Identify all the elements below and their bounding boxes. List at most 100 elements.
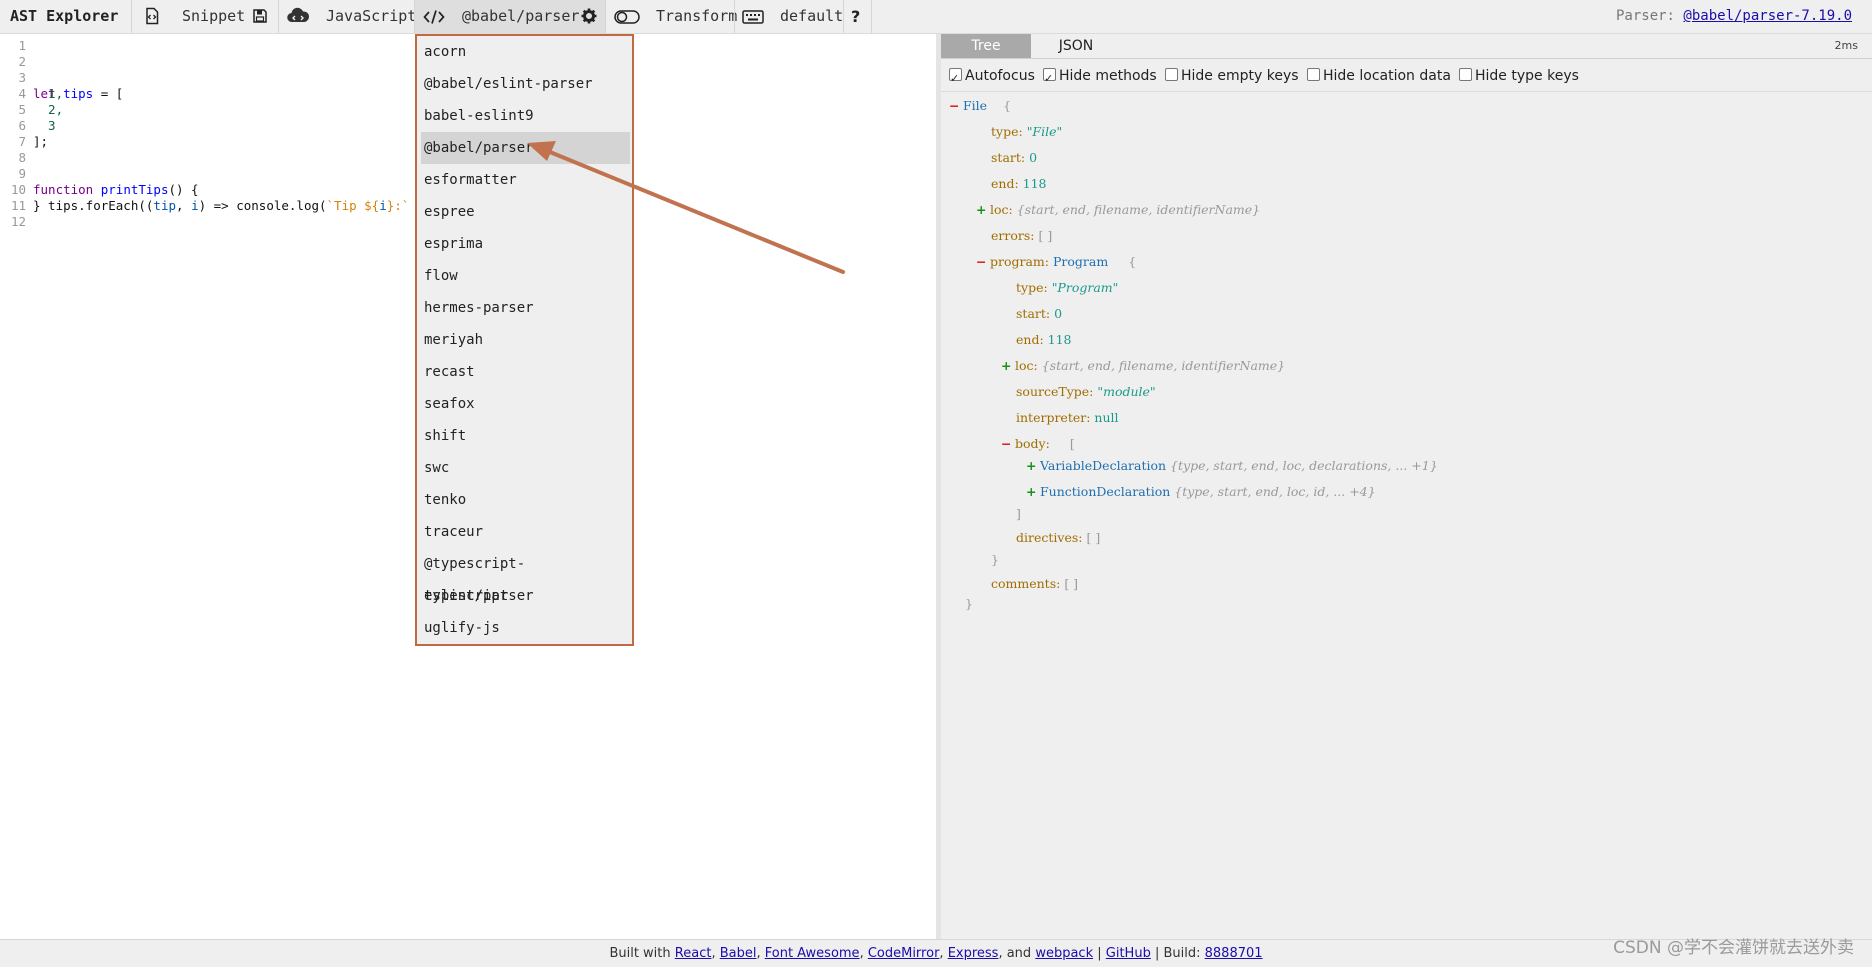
webpack-link[interactable]: webpack: [1035, 946, 1093, 961]
output-tabs: Tree JSON 2ms: [941, 34, 1872, 59]
language-select[interactable]: JavaScript: [326, 0, 416, 33]
code-line[interactable]: 1,: [33, 86, 63, 102]
parser-version-info: Parser: @babel/parser-7.19.0: [1616, 0, 1852, 33]
code-line[interactable]: }: [33, 198, 41, 214]
option-label: Hide location data: [1323, 68, 1451, 84]
parse-timing: 2ms: [1834, 39, 1858, 52]
checkbox[interactable]: [1165, 68, 1178, 81]
cloud-icon[interactable]: [286, 0, 310, 33]
open-brace: {: [1003, 98, 1012, 113]
toolbar-divider: [734, 0, 735, 33]
tree-node-function-declaration[interactable]: + FunctionDeclaration {type, start, end, …: [1026, 482, 1376, 502]
parser-option-tenko[interactable]: tenko: [421, 484, 630, 516]
parser-option-esprima[interactable]: esprima: [421, 228, 630, 260]
gear-icon[interactable]: [581, 0, 597, 33]
github-link[interactable]: GitHub: [1106, 946, 1151, 961]
parser-select[interactable]: @babel/parser: [462, 0, 579, 33]
tree-node-file[interactable]: − File{: [949, 96, 1011, 116]
tree-prop: comments: [ ]: [991, 576, 1079, 591]
font-awesome-link[interactable]: Font Awesome: [765, 946, 860, 961]
parser-info-prefix: Parser:: [1615, 8, 1684, 24]
tree-prop: errors: [ ]: [991, 228, 1053, 243]
parser-option-shift[interactable]: shift: [421, 420, 630, 452]
checkbox[interactable]: [1307, 68, 1320, 81]
toolbar-divider: [131, 0, 132, 33]
parser-option-recast[interactable]: recast: [421, 356, 630, 388]
codemirror-link[interactable]: CodeMirror: [868, 946, 940, 961]
checkbox[interactable]: [949, 64, 962, 94]
parser-option-espree[interactable]: espree: [421, 196, 630, 228]
line-number: 9: [18, 166, 26, 181]
option-hide-type-keys[interactable]: Hide type keys: [1459, 61, 1579, 91]
help-icon[interactable]: ?: [851, 0, 860, 33]
line-number: 3: [18, 70, 26, 85]
keymap-select[interactable]: default: [780, 0, 843, 33]
code-line[interactable]: function printTips() {: [33, 182, 199, 198]
parser-option-babel-parser[interactable]: @babel/parser: [421, 132, 630, 164]
babel-link[interactable]: Babel: [720, 946, 757, 961]
tree-prop: directives: [ ]: [1016, 530, 1101, 545]
parser-option-babel-eslint-parser[interactable]: @babel/eslint-parser: [421, 68, 630, 100]
parser-option-meriyah[interactable]: meriyah: [421, 324, 630, 356]
close-bracket: ]: [1016, 506, 1021, 521]
app-title[interactable]: AST Explorer: [10, 0, 118, 33]
code-line[interactable]: tips.forEach((tip, i) => console.log(`Ti…: [33, 198, 439, 214]
close-brace: }: [965, 596, 973, 611]
parser-option-hermes-parser[interactable]: hermes-parser: [421, 292, 630, 324]
code-line[interactable]: 3: [33, 118, 56, 134]
parser-option-esformatter[interactable]: esformatter: [421, 164, 630, 196]
tab-json[interactable]: JSON: [1031, 34, 1121, 58]
line-number: 8: [18, 150, 26, 165]
option-label: Hide methods: [1059, 68, 1157, 84]
checkbox[interactable]: [1459, 68, 1472, 81]
parser-version-link[interactable]: @babel/parser-7.19.0: [1683, 8, 1852, 24]
ast-output-panel: Tree JSON 2ms Autofocus Hide methods Hid…: [941, 34, 1872, 939]
tree-node-program[interactable]: − program: Program{: [976, 252, 1136, 272]
parser-option-babel-eslint9[interactable]: babel-eslint9: [421, 100, 630, 132]
parser-dropdown-menu: acorn @babel/eslint-parser babel-eslint9…: [415, 34, 634, 646]
collapse-icon[interactable]: −: [1001, 434, 1015, 454]
parser-option-seafox[interactable]: seafox: [421, 388, 630, 420]
toggle-icon[interactable]: [614, 0, 640, 33]
tree-node-body[interactable]: − body:[: [1001, 434, 1075, 454]
snippet-menu[interactable]: Snippet: [182, 0, 245, 33]
expand-icon[interactable]: +: [1026, 456, 1040, 476]
parser-option-traceur[interactable]: traceur: [421, 516, 630, 548]
parser-option-flow[interactable]: flow: [421, 260, 630, 292]
line-number: 7: [18, 134, 26, 149]
option-autofocus[interactable]: Autofocus: [949, 61, 1035, 94]
parser-option-typescript-eslint-parser[interactable]: @typescript-eslint/parser: [421, 548, 630, 604]
checkbox[interactable]: [1043, 64, 1056, 94]
code-line[interactable]: 2,: [33, 102, 63, 118]
parser-option-swc[interactable]: swc: [421, 452, 630, 484]
expand-icon[interactable]: +: [976, 200, 990, 220]
option-hide-methods[interactable]: Hide methods: [1043, 61, 1157, 94]
build-link[interactable]: 8888701: [1205, 946, 1263, 961]
option-hide-empty-keys[interactable]: Hide empty keys: [1165, 61, 1299, 91]
react-link[interactable]: React: [675, 946, 712, 961]
collapse-icon[interactable]: −: [976, 252, 990, 272]
tree-node-variable-declaration[interactable]: + VariableDeclaration {type, start, end, …: [1026, 456, 1438, 476]
open-brace: {: [1128, 254, 1137, 269]
divider: [941, 91, 1872, 92]
tree-node-loc[interactable]: + loc: {start, end, filename, identifierN…: [1001, 356, 1285, 376]
parser-option-typescript[interactable]: typescript: [421, 580, 630, 612]
save-icon[interactable]: [252, 0, 268, 33]
tree-prop: type: "File": [991, 124, 1063, 139]
tree-node-loc[interactable]: + loc: {start, end, filename, identifierN…: [976, 200, 1260, 220]
parser-option-uglify-js[interactable]: uglify-js: [421, 612, 630, 644]
tab-tree[interactable]: Tree: [941, 34, 1031, 58]
transform-menu[interactable]: Transform: [656, 0, 737, 33]
collapse-icon[interactable]: −: [949, 96, 963, 116]
expand-icon[interactable]: +: [1026, 482, 1040, 502]
expand-icon[interactable]: +: [1001, 356, 1015, 376]
parser-option-acorn[interactable]: acorn: [421, 36, 630, 68]
keyboard-icon[interactable]: [742, 0, 764, 33]
option-hide-location-data[interactable]: Hide location data: [1307, 61, 1451, 91]
snippet-file-icon[interactable]: [143, 0, 161, 33]
code-brackets-icon[interactable]: [423, 0, 445, 33]
line-number: 11: [10, 198, 26, 213]
express-link[interactable]: Express: [948, 946, 999, 961]
footer-text: and: [1006, 946, 1032, 961]
code-line[interactable]: ];: [33, 134, 48, 150]
